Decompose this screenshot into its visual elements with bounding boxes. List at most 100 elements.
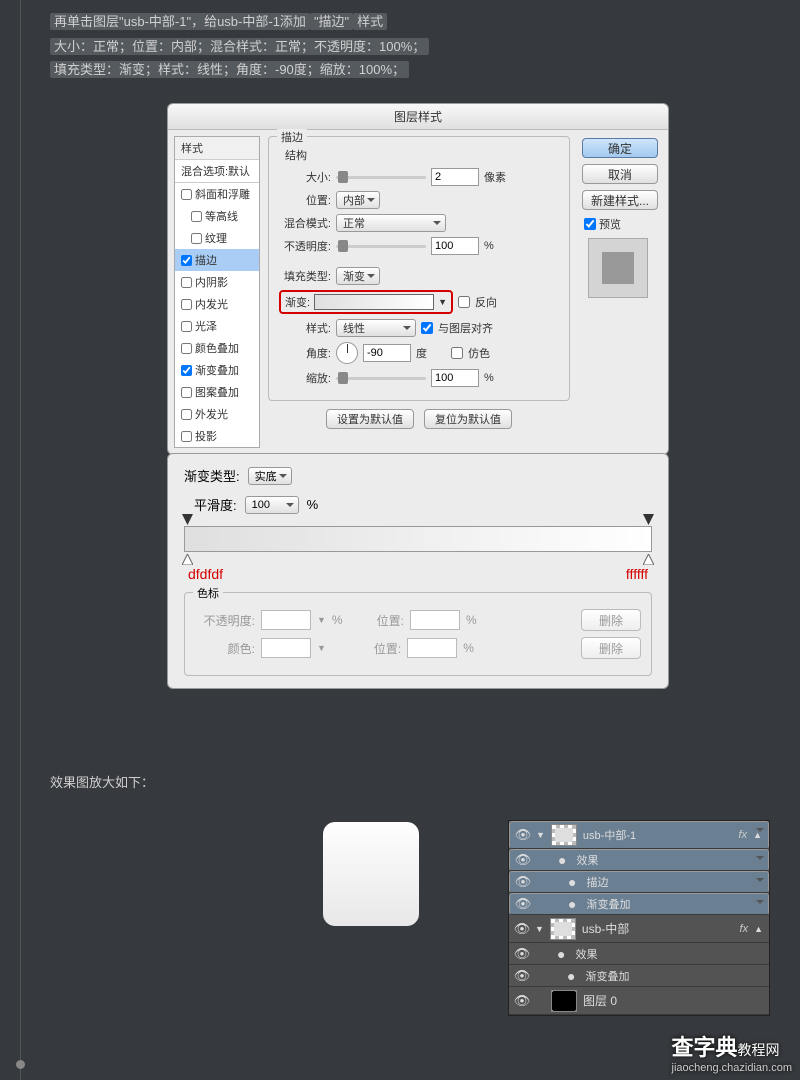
blendmode-select[interactable]: 正常: [336, 214, 446, 232]
opacity-slider[interactable]: .op-sl::after{left:86px}: [336, 245, 426, 248]
color-stop-right[interactable]: [643, 553, 654, 564]
angle-input[interactable]: [363, 344, 411, 362]
visibility-icon[interactable]: 👁: [515, 969, 529, 983]
result-cube-preview: [323, 822, 419, 926]
dropshadow-checkbox[interactable]: [181, 431, 192, 442]
dither-checkbox[interactable]: [451, 347, 463, 359]
gradient-bar[interactable]: [184, 526, 652, 552]
new-style-button[interactable]: 新建样式...: [582, 190, 658, 210]
stroke-checkbox[interactable]: [181, 255, 192, 266]
ok-button[interactable]: 确定: [582, 138, 658, 158]
set-default-button[interactable]: 设置为默认值: [326, 409, 414, 429]
fx-badge[interactable]: fx: [740, 923, 749, 935]
opacity-stop-left[interactable]: [182, 514, 193, 525]
layer-thumb[interactable]: [551, 990, 577, 1012]
angle-dial[interactable]: [336, 342, 358, 364]
layer-name: usb-中部-1: [583, 827, 636, 843]
coloroverlay-checkbox[interactable]: [181, 343, 192, 354]
style-outerglow[interactable]: 外发光: [175, 403, 259, 425]
layer-stroke-1[interactable]: 👁●描边: [509, 871, 769, 893]
position-select[interactable]: 内部: [336, 191, 380, 209]
gradient-dropdown-icon[interactable]: ▼: [438, 297, 447, 307]
visibility-icon[interactable]: 👁: [516, 853, 530, 867]
layer-effects-1[interactable]: 👁●效果: [509, 849, 769, 871]
blend-options[interactable]: 混合选项:默认: [175, 160, 259, 183]
gradtype-select[interactable]: 实底: [248, 467, 292, 485]
cs-pos2-input[interactable]: [407, 638, 457, 658]
contour-checkbox[interactable]: [191, 211, 202, 222]
innershadow-checkbox[interactable]: [181, 277, 192, 288]
intro-line1c: 样式: [353, 13, 387, 30]
scale-slider[interactable]: [336, 377, 426, 380]
opacity-stop-right[interactable]: [643, 514, 654, 525]
delete-button-1[interactable]: 删除: [581, 609, 641, 631]
styles-header[interactable]: 样式: [175, 137, 259, 160]
stops-legend: 色标: [193, 585, 223, 601]
bevel-checkbox[interactable]: [181, 189, 192, 200]
preview-checkbox[interactable]: [584, 218, 596, 230]
style-innerglow[interactable]: 内发光: [175, 293, 259, 315]
style-texture[interactable]: 纹理: [175, 227, 259, 249]
layer-usb-mid-1[interactable]: 👁 ▼ usb-中部-1 fx ▲: [509, 821, 769, 849]
align-checkbox[interactable]: [421, 322, 433, 334]
cs-opacity-label: 不透明度:: [195, 612, 255, 629]
opacity-label: 不透明度:: [279, 238, 331, 254]
visibility-icon[interactable]: 👁: [516, 828, 530, 842]
visibility-icon[interactable]: 👁: [515, 922, 529, 936]
patternoverlay-checkbox[interactable]: [181, 387, 192, 398]
visibility-icon[interactable]: 👁: [515, 947, 529, 961]
delete-button-2[interactable]: 删除: [581, 637, 641, 659]
size-slider[interactable]: [336, 176, 426, 179]
blendmode-label: 混合模式:: [279, 215, 331, 231]
gradient-label: 渐变:: [285, 294, 310, 310]
layer-gradoverlay-1[interactable]: 👁●渐变叠加: [509, 893, 769, 915]
layer-thumb[interactable]: [551, 824, 577, 846]
layer-gradoverlay-2[interactable]: 👁●渐变叠加: [509, 965, 769, 987]
style-innershadow[interactable]: 内阴影: [175, 271, 259, 293]
style-contour[interactable]: 等高线: [175, 205, 259, 227]
gradient-picker[interactable]: [314, 294, 434, 310]
watermark: 查字典教程网 jiaocheng.chazidian.com: [672, 1030, 792, 1074]
visibility-icon[interactable]: 👁: [516, 875, 530, 889]
texture-checkbox[interactable]: [191, 233, 202, 244]
visibility-icon[interactable]: 👁: [515, 994, 529, 1008]
size-input[interactable]: [431, 168, 479, 186]
visibility-icon[interactable]: 👁: [516, 897, 530, 911]
fx-badge[interactable]: fx: [739, 829, 748, 841]
style-coloroverlay[interactable]: 颜色叠加: [175, 337, 259, 359]
intro-line1a: 再单击图层"usb-中部-1"，给usb-中部-1添加: [50, 13, 310, 30]
cs-opacity-input[interactable]: [261, 610, 311, 630]
innerglow-checkbox[interactable]: [181, 299, 192, 310]
layer-usb-mid[interactable]: 👁 ▼ usb-中部 fx ▲: [509, 915, 769, 943]
layer-0[interactable]: 👁 图层 0: [509, 987, 769, 1015]
style-select[interactable]: 线性: [336, 319, 416, 337]
cancel-button[interactable]: 取消: [582, 164, 658, 184]
reset-default-button[interactable]: 复位为默认值: [424, 409, 512, 429]
style-gradientoverlay[interactable]: 渐变叠加: [175, 359, 259, 381]
layer-thumb[interactable]: [550, 918, 576, 940]
fx-expand-icon[interactable]: ▲: [754, 924, 763, 934]
size-label: 大小:: [279, 169, 331, 185]
gradientoverlay-checkbox[interactable]: [181, 365, 192, 376]
cs-color-input[interactable]: [261, 638, 311, 658]
reverse-checkbox[interactable]: [458, 296, 470, 308]
style-stroke[interactable]: 描边: [175, 249, 259, 271]
opacity-input[interactable]: [431, 237, 479, 255]
layers-panel: 👁 ▼ usb-中部-1 fx ▲ 👁●效果 👁●描边 👁●渐变叠加 👁 ▼ u…: [508, 820, 770, 1016]
reverse-label: 反向: [475, 294, 497, 310]
expand-icon[interactable]: ▼: [535, 924, 544, 934]
scale-input[interactable]: [431, 369, 479, 387]
color-stop-left[interactable]: [182, 553, 193, 564]
fx-expand-icon[interactable]: ▲: [753, 830, 762, 840]
style-bevel[interactable]: 斜面和浮雕: [175, 183, 259, 205]
outerglow-checkbox[interactable]: [181, 409, 192, 420]
cs-pos1-input[interactable]: [410, 610, 460, 630]
filltype-select[interactable]: 渐变: [336, 267, 380, 285]
style-dropshadow[interactable]: 投影: [175, 425, 259, 447]
style-satin[interactable]: 光泽: [175, 315, 259, 337]
expand-icon[interactable]: ▼: [536, 830, 545, 840]
style-patternoverlay[interactable]: 图案叠加: [175, 381, 259, 403]
smooth-input[interactable]: 100: [245, 496, 299, 514]
satin-checkbox[interactable]: [181, 321, 192, 332]
layer-effects-2[interactable]: 👁●效果: [509, 943, 769, 965]
